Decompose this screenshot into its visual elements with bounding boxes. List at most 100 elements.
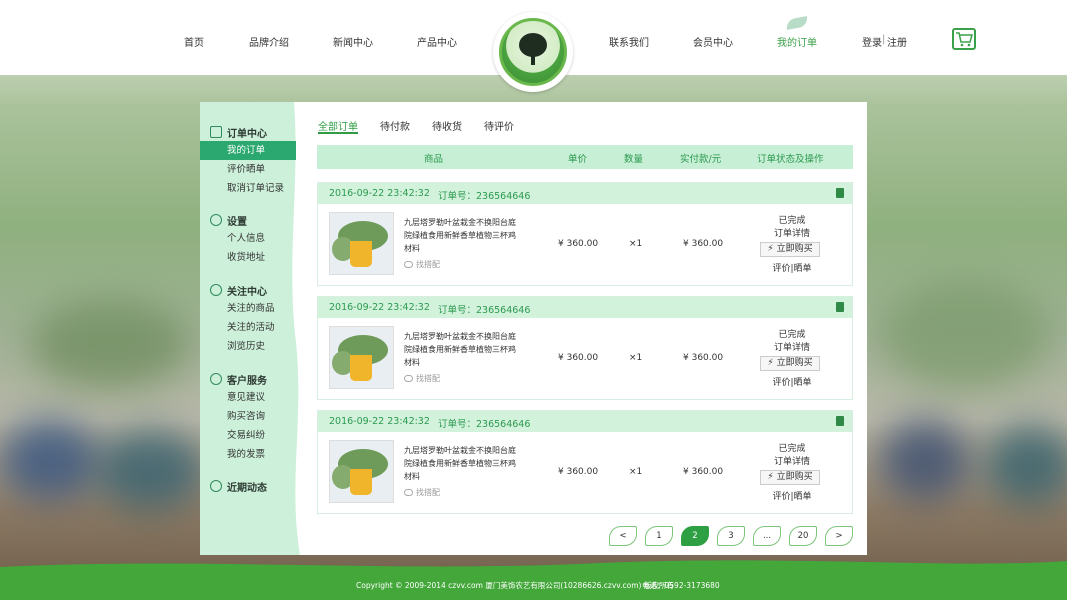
sidebar-item-history[interactable]: 浏览历史 — [200, 337, 296, 356]
tab-pending-review[interactable]: 待评价 — [484, 118, 514, 134]
quantity: ×1 — [629, 239, 643, 249]
find-match-link[interactable]: 找搭配 — [404, 259, 440, 270]
gear-icon — [210, 214, 222, 226]
order-status: 已完成 — [778, 444, 806, 454]
find-match-link[interactable]: 找搭配 — [404, 487, 440, 498]
sidebar-item-inquiry[interactable]: 购买咨询 — [200, 407, 296, 426]
sidebar-item-feedback[interactable]: 意见建议 — [200, 388, 296, 407]
nav-item-member[interactable]: 会员中心 — [693, 34, 733, 49]
paid-amount: ¥ 360.00 — [683, 239, 724, 249]
shopping-cart-icon[interactable] — [952, 28, 976, 50]
link-icon — [404, 375, 413, 382]
tab-pending-payment[interactable]: 待付款 — [380, 118, 410, 134]
trash-icon[interactable] — [836, 416, 844, 426]
register-link[interactable]: 注册 — [887, 34, 907, 49]
order-status: 已完成 — [778, 330, 806, 340]
product-name[interactable]: 九层塔罗勒叶盆栽金不换阳台庭院绿植食用新鲜香草植物三杯鸡材料 — [404, 330, 522, 369]
buy-again-button[interactable]: ⚡ 立即购买 — [760, 470, 820, 485]
clock-icon — [210, 480, 222, 492]
sidebar-item-invoices[interactable]: 我的发票 — [200, 445, 296, 464]
order-card: 2016-09-22 23:42:32 订单号：236564646 九层塔罗勒叶… — [317, 410, 853, 514]
header-status: 订单状态及操作 — [757, 154, 824, 165]
sidebar-group-title: 近期动态 — [227, 482, 267, 494]
buy-again-button[interactable]: ⚡ 立即购买 — [760, 242, 820, 257]
order-datetime: 2016-09-22 23:42:32 — [329, 188, 430, 199]
heart-icon — [210, 284, 222, 296]
sidebar-item-address[interactable]: 收货地址 — [200, 248, 296, 267]
pager-page-3[interactable]: 3 — [717, 526, 745, 546]
sidebar-item-my-orders[interactable]: 我的订单 — [200, 141, 296, 160]
footer: Copyright © 2009-2014 czvv.com 厦门美饰农艺有限公… — [0, 571, 1067, 600]
paid-amount: ¥ 360.00 — [683, 467, 724, 477]
nav-item-products[interactable]: 产品中心 — [417, 34, 457, 49]
pager-next-button[interactable]: > — [825, 526, 853, 546]
find-match-link[interactable]: 找搭配 — [404, 373, 440, 384]
pager-page-1[interactable]: 1 — [645, 526, 673, 546]
quantity: ×1 — [629, 353, 643, 363]
trash-icon[interactable] — [836, 302, 844, 312]
sidebar-group-title: 设置 — [227, 216, 247, 228]
order-card: 2016-09-22 23:42:32 订单号：236564646 九层塔罗勒叶… — [317, 296, 853, 400]
order-detail-link[interactable]: 订单详情 — [762, 226, 822, 239]
review-link[interactable]: 评价|晒单 — [762, 261, 822, 274]
headset-icon — [210, 373, 222, 385]
order-tabs: 全部订单 待付款 待收货 待评价 — [318, 118, 536, 134]
sidebar-group-follow: 关注中心 关注的商品 关注的活动 浏览历史 — [200, 281, 296, 356]
clipboard-icon — [210, 126, 222, 138]
order-detail-link[interactable]: 订单详情 — [762, 340, 822, 353]
sidebar-group-title: 关注中心 — [227, 286, 267, 298]
product-name[interactable]: 九层塔罗勒叶盆栽金不换阳台庭院绿植食用新鲜香草植物三杯鸡材料 — [404, 444, 522, 483]
sidebar-group-recent[interactable]: 近期动态 — [200, 477, 296, 495]
tab-pending-receipt[interactable]: 待收货 — [432, 118, 462, 134]
sidebar-item-reviews[interactable]: 评价晒单 — [200, 160, 296, 179]
nav-item-my-orders[interactable]: 我的订单 — [777, 34, 817, 49]
footer-copyright: Copyright © 2009-2014 czvv.com 厦门美饰农艺有限公… — [356, 581, 674, 590]
order-header: 2016-09-22 23:42:32 订单号：236564646 — [318, 411, 852, 432]
sidebar-group-service: 客户服务 意见建议 购买咨询 交易纠纷 我的发票 — [200, 370, 296, 464]
trash-icon[interactable] — [836, 188, 844, 198]
pager-page-20[interactable]: 20 — [789, 526, 817, 546]
paid-amount: ¥ 360.00 — [683, 353, 724, 363]
product-thumbnail[interactable] — [329, 326, 394, 389]
sidebar-group-title: 客户服务 — [227, 375, 267, 387]
review-link[interactable]: 评价|晒单 — [762, 375, 822, 388]
sidebar-item-cancelled-orders[interactable]: 取消订单记录 — [200, 179, 296, 198]
review-link[interactable]: 评价|晒单 — [762, 489, 822, 502]
order-datetime: 2016-09-22 23:42:32 — [329, 416, 430, 427]
sidebar-item-disputes[interactable]: 交易纠纷 — [200, 426, 296, 445]
product-thumbnail[interactable] — [329, 440, 394, 503]
header-unit-price: 单价 — [568, 154, 588, 165]
pager-page-2[interactable]: 2 — [681, 526, 709, 546]
order-datetime: 2016-09-22 23:42:32 — [329, 302, 430, 313]
login-separator: | — [882, 34, 886, 45]
tab-all-orders[interactable]: 全部订单 — [318, 118, 358, 134]
link-icon — [404, 489, 413, 496]
brand-logo[interactable] — [493, 12, 573, 92]
header-paid: 实付款/元 — [680, 154, 722, 165]
order-number: 订单号：236564646 — [438, 305, 531, 316]
order-header: 2016-09-22 23:42:32 订单号：236564646 — [318, 183, 852, 204]
nav-item-news[interactable]: 新闻中心 — [333, 34, 373, 49]
nav-item-brand[interactable]: 品牌介绍 — [249, 34, 289, 49]
sidebar-item-followed-products[interactable]: 关注的商品 — [200, 299, 296, 318]
sidebar: 订单中心 我的订单 评价晒单 取消订单记录 设置 个人信息 收货地址 关注中心 … — [200, 102, 300, 555]
order-status: 已完成 — [778, 216, 806, 226]
order-number: 订单号：236564646 — [438, 419, 531, 430]
nav-item-home[interactable]: 首页 — [184, 34, 204, 49]
order-header: 2016-09-22 23:42:32 订单号：236564646 — [318, 297, 852, 318]
sidebar-group-title: 订单中心 — [227, 128, 267, 140]
nav-item-contact[interactable]: 联系我们 — [609, 34, 649, 49]
sidebar-item-profile[interactable]: 个人信息 — [200, 229, 296, 248]
product-thumbnail[interactable] — [329, 212, 394, 275]
pager-prev-button[interactable]: < — [609, 526, 637, 546]
sidebar-item-followed-events[interactable]: 关注的活动 — [200, 318, 296, 337]
order-detail-link[interactable]: 订单详情 — [762, 454, 822, 467]
login-link[interactable]: 登录 — [862, 34, 882, 49]
order-card: 2016-09-22 23:42:32 订单号：236564646 九层塔罗勒叶… — [317, 182, 853, 286]
pagination: < 1 2 3 ... 20 > — [609, 526, 861, 546]
product-name[interactable]: 九层塔罗勒叶盆栽金不换阳台庭院绿植食用新鲜香草植物三杯鸡材料 — [404, 216, 522, 255]
unit-price: ¥ 360.00 — [558, 239, 599, 249]
order-number: 订单号：236564646 — [438, 191, 531, 202]
buy-again-button[interactable]: ⚡ 立即购买 — [760, 356, 820, 371]
pager-ellipsis: ... — [753, 526, 781, 546]
